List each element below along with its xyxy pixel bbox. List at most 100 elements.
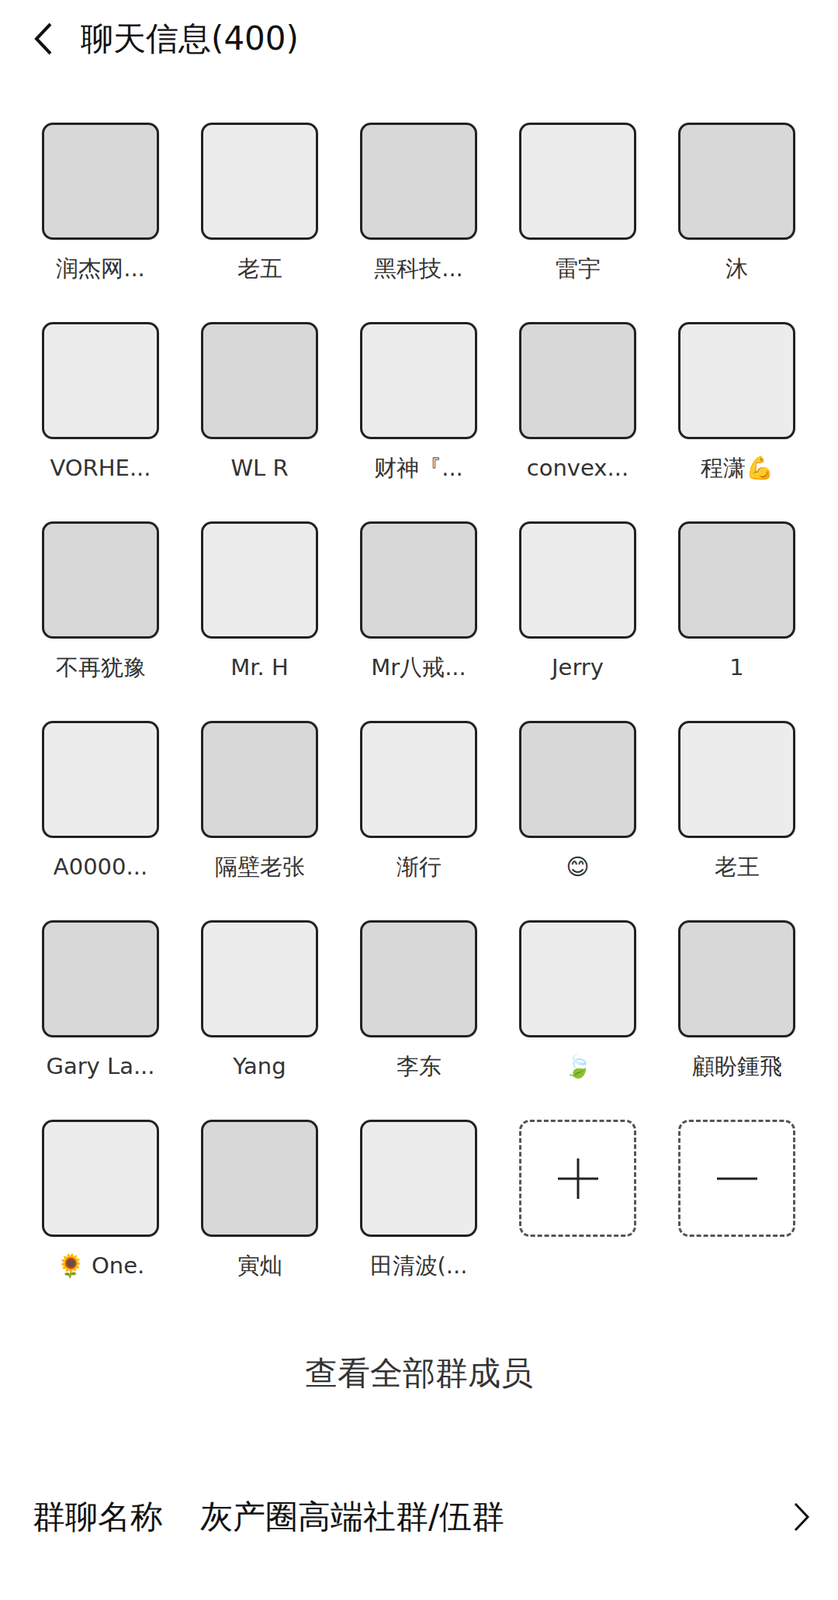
member-avatar[interactable] [360,1119,478,1237]
member-avatar[interactable] [360,720,478,838]
member-avatar[interactable] [519,322,637,440]
member-avatar[interactable] [200,720,319,838]
back-button[interactable] [27,19,59,59]
member-item[interactable]: 田清波(... [339,1119,499,1282]
page-title: 聊天信息(400) [80,17,299,61]
member-item[interactable]: 渐行 [339,720,499,884]
member-item[interactable]: Gary La... [20,920,181,1083]
member-name: 润杰网... [55,252,146,285]
add-member-item[interactable] [498,1119,658,1282]
member-avatar[interactable] [200,920,319,1038]
chevron-left-icon[interactable] [31,20,56,57]
member-item[interactable]: Mr. H [180,521,340,684]
add-member-button[interactable] [519,1119,637,1237]
member-avatar[interactable] [200,1119,319,1237]
member-avatar[interactable] [41,322,160,440]
member-item[interactable]: Yang [180,920,340,1083]
plus-icon[interactable] [554,1155,602,1202]
member-item[interactable]: A0000... [20,720,181,884]
member-avatar[interactable] [360,122,478,240]
member-name: Yang [232,1049,286,1083]
member-item[interactable]: Jerry [498,521,658,684]
member-avatar[interactable] [519,122,637,240]
member-item[interactable]: WL R [180,322,340,485]
member-item[interactable]: 🍃 [498,920,658,1083]
member-grid: 润杰网... 老五 黑科技... 雷宇 沐 VORHE... WL R 财神『... conve… [0,77,838,1282]
member-name: 渐行 [396,850,442,884]
member-item[interactable]: 寅灿 [180,1119,340,1282]
member-avatar[interactable] [200,322,319,440]
member-item[interactable]: 李东 [339,920,499,1083]
member-avatar[interactable] [678,920,796,1038]
member-avatar[interactable] [360,920,478,1038]
member-name: 李东 [396,1049,442,1083]
member-name: 🌻 One. [56,1249,145,1282]
member-avatar[interactable] [519,521,637,639]
member-avatar[interactable] [41,720,160,838]
member-item[interactable]: 1 [657,521,817,684]
member-name: 田清波(... [370,1249,468,1282]
member-name: Mr八戒... [370,651,467,684]
member-item[interactable]: 程潇💪 [657,322,817,485]
member-avatar[interactable] [678,720,796,838]
member-name: 程潇💪 [700,451,774,485]
member-item[interactable]: 🌻 One. [20,1119,181,1282]
member-item[interactable]: VORHE... [20,322,181,485]
member-name: 😊 [565,850,589,884]
member-avatar[interactable] [41,920,160,1038]
member-name: 不再犹豫 [55,651,146,684]
remove-member-button[interactable] [678,1119,796,1237]
chevron-right-icon[interactable] [792,1501,811,1533]
header: 聊天信息(400) [0,0,838,78]
member-avatar[interactable] [41,122,160,240]
member-name: Mr. H [230,651,289,684]
chat-info-page: 聊天信息(400) 润杰网... 老五 黑科技... 雷宇 沐 VORHE... WL R 财神… [0,0,838,1600]
member-avatar[interactable] [678,122,796,240]
member-avatar[interactable] [678,521,796,639]
member-item[interactable]: 顧盼鍾飛 [657,920,817,1083]
member-avatar[interactable] [519,920,637,1038]
member-item[interactable]: 老王 [657,720,817,884]
member-name: 1 [729,651,744,684]
member-item[interactable]: 隔壁老张 [180,720,340,884]
member-item[interactable]: 不再犹豫 [20,521,181,684]
member-avatar[interactable] [200,122,319,240]
member-name: VORHE... [49,451,151,485]
member-item[interactable]: 😊 [498,720,658,884]
member-avatar[interactable] [41,521,160,639]
member-item[interactable]: 老五 [180,122,340,285]
group-name-row[interactable]: 群聊名称灰产圈高端社群/伍群 [0,1482,838,1552]
remove-member-item[interactable] [657,1119,817,1282]
member-name: convex... [526,451,629,485]
member-item[interactable]: convex... [498,322,658,485]
member-item[interactable]: Mr八戒... [339,521,499,684]
group-name-label: 群聊名称 [32,1495,163,1539]
member-name: 老王 [714,850,760,884]
minus-icon[interactable] [713,1155,761,1202]
member-item[interactable]: 雷宇 [498,122,658,285]
view-all-members-link[interactable]: 查看全部群成员 [289,1350,549,1397]
member-avatar[interactable] [200,521,319,639]
member-name: A0000... [53,850,148,884]
member-name: 隔壁老张 [214,850,305,884]
member-avatar[interactable] [519,720,637,838]
member-name: 🍃 [564,1049,593,1083]
member-name: 雷宇 [555,252,601,285]
member-name: 顧盼鍾飛 [692,1049,783,1083]
member-item[interactable]: 财神『... [339,322,499,485]
member-avatar[interactable] [360,521,478,639]
member-name: 黑科技... [373,252,464,285]
member-item[interactable]: 沐 [657,122,817,285]
member-item[interactable]: 润杰网... [20,122,181,285]
member-name: 寅灿 [237,1249,283,1282]
member-name: WL R [230,451,288,485]
member-avatar[interactable] [678,322,796,440]
member-name: 财神『... [373,451,464,485]
member-avatar[interactable] [360,322,478,440]
member-name: 老五 [237,252,283,285]
member-item[interactable]: 黑科技... [339,122,499,285]
member-name: Gary La... [45,1049,155,1083]
group-name-value: 灰产圈高端社群/伍群 [200,1495,793,1539]
member-avatar[interactable] [41,1119,160,1237]
member-name: Jerry [551,651,604,684]
